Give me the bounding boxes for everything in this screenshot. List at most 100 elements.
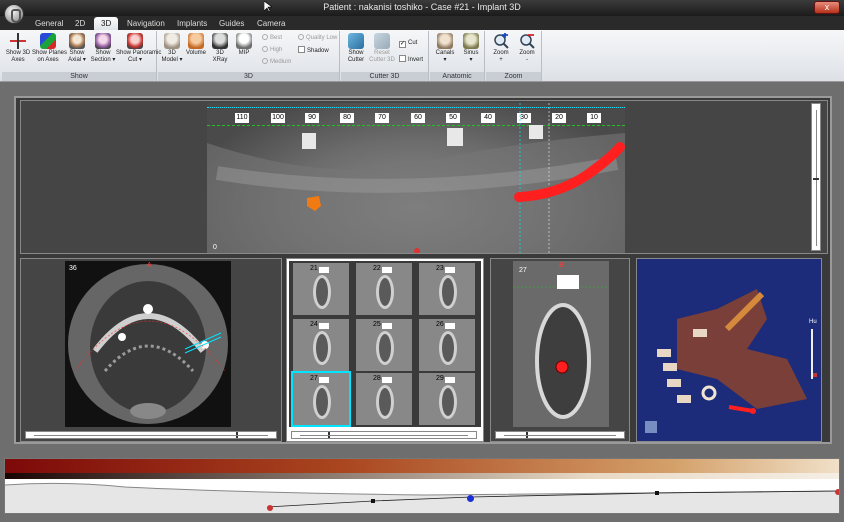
3d-render-view[interactable]: Hu (636, 258, 822, 442)
zoom-out-button[interactable]: Zoom - (514, 33, 540, 64)
sinus-button[interactable]: Sinus ▾ (458, 33, 484, 64)
show-panoramic-cut-button[interactable]: Show Panoramic Cut ▾ (116, 33, 161, 64)
section-thumb-selected[interactable]: 27 (291, 371, 351, 427)
3d-xray-button[interactable]: 3D XRay (208, 33, 232, 64)
canals-icon (437, 33, 453, 49)
section-thumb[interactable]: 29 (419, 373, 475, 425)
show-group-label: Show (2, 72, 156, 81)
transfer-point-selected[interactable] (467, 495, 474, 502)
section-thumb[interactable]: 28 (356, 373, 412, 425)
ribbon: Show 3D Axes Show Planes on Axes Show Ax… (0, 30, 844, 82)
show-planes-on-axes-button[interactable]: Show Planes on Axes (32, 33, 67, 64)
cross-section-orientation-marker: B (559, 262, 564, 269)
cross-section-scan[interactable]: 27 B (513, 261, 609, 427)
transfer-point[interactable] (371, 499, 375, 503)
sinus-icon (463, 33, 479, 49)
show-section-button[interactable]: Show Section ▾ (90, 33, 116, 64)
panoramic-scan[interactable]: 110 100 90 80 70 60 50 40 30 20 10 0 (207, 103, 625, 253)
orientation-cube-icon[interactable] (645, 421, 657, 433)
viewer-workspace: 110 100 90 80 70 60 50 40 30 20 10 0 36 … (14, 96, 832, 444)
mouse-cursor-icon (264, 1, 272, 13)
zoom-group: Zoom + Zoom - Zoom (486, 31, 542, 81)
canals-button[interactable]: Canals ▾ (432, 33, 458, 64)
panoramic-vertical-slider[interactable] (811, 103, 821, 251)
section-thumb[interactable]: 23 (419, 263, 475, 315)
skull-xray-icon (212, 33, 228, 49)
hu-legend-label: Hu (809, 319, 817, 325)
tab-general[interactable]: General (28, 17, 70, 30)
anatomic-group: Canals ▾ Sinus ▾ Anatomic (430, 31, 485, 81)
show-3d-axes-button[interactable]: Show 3D Axes (4, 33, 32, 64)
tab-3d[interactable]: 3D (94, 17, 119, 30)
histogram-curve (5, 482, 839, 513)
cross-section-view[interactable]: 27 B (490, 258, 630, 442)
zoom-out-icon (520, 34, 535, 49)
transfer-point-red[interactable] (267, 505, 273, 511)
cutter-3d-group: Show Cutter Reset Cutter 3D ✓ Cut Invert … (341, 31, 429, 81)
skull-volume-icon (188, 33, 204, 49)
quality-best-radio[interactable]: Best (262, 34, 282, 43)
volume-button[interactable]: Volume (184, 33, 208, 57)
section-thumb[interactable]: 25 (356, 319, 412, 371)
axial-scan[interactable]: 36 A (65, 261, 231, 427)
close-button[interactable]: x (814, 1, 840, 14)
3d-group: 3D Model ▾ Volume 3D XRay MIP Best High … (158, 31, 340, 81)
tab-guides[interactable]: Guides (212, 17, 251, 30)
section-icon (95, 33, 111, 49)
axes-icon (10, 33, 26, 49)
title-bar: Patient : nakanisi toshiko - Case #21 - … (0, 0, 844, 16)
sections-slider[interactable] (291, 431, 477, 439)
cross-section-slider[interactable] (495, 431, 625, 439)
app-logo-icon[interactable] (4, 4, 24, 24)
axial-icon (69, 33, 85, 49)
skull-model-icon (164, 33, 180, 49)
show-cutter-button[interactable]: Show Cutter (343, 33, 369, 64)
implant3d-window: Patient : nakanisi toshiko - Case #21 - … (0, 0, 844, 522)
mip-button[interactable]: MIP (232, 33, 256, 57)
axial-slider[interactable] (25, 431, 277, 439)
quality-high-radio[interactable]: High (262, 46, 282, 55)
axial-orientation-marker: A (147, 262, 152, 269)
jaw-panoramic (207, 103, 625, 253)
tab-camera[interactable]: Camera (250, 17, 292, 30)
transfer-function-editor[interactable] (4, 458, 840, 514)
reset-cutter-icon (374, 33, 390, 49)
show-group: Show 3D Axes Show Planes on Axes Show Ax… (2, 31, 161, 81)
transfer-point-end[interactable] (835, 489, 839, 495)
invert-checkbox[interactable]: Invert (399, 55, 423, 65)
zoom-group-label: Zoom (486, 72, 541, 81)
3d-group-label: 3D (158, 72, 339, 81)
window-title: Patient : nakanisi toshiko - Case #21 - … (323, 2, 521, 12)
section-thumb[interactable]: 24 (293, 319, 349, 371)
quality-low-radio[interactable]: Quality Low (298, 34, 337, 43)
reset-cutter-button[interactable]: Reset Cutter 3D (369, 33, 395, 64)
anatomic-group-label: Anatomic (430, 72, 484, 81)
cut-checkbox[interactable]: ✓ Cut (399, 39, 417, 48)
show-axial-button[interactable]: Show Axial ▾ (64, 33, 90, 64)
quality-medium-radio[interactable]: Medium (262, 58, 291, 67)
axial-slice-image (68, 264, 228, 424)
ribbon-tabs: General 2D 3D Navigation Implants Guides… (0, 16, 844, 30)
section-thumb[interactable]: 26 (419, 319, 475, 371)
zoom-in-button[interactable]: Zoom + (488, 33, 514, 64)
shadow-checkbox[interactable]: Shadow (298, 46, 329, 56)
transfer-point[interactable] (655, 491, 659, 495)
section-thumb[interactable]: 22 (356, 263, 412, 315)
axial-slice-number: 36 (69, 265, 77, 272)
3d-model-button[interactable]: 3D Model ▾ (160, 33, 184, 64)
cross-section-slice-number: 27 (519, 267, 527, 274)
tab-navigation[interactable]: Navigation (120, 17, 172, 30)
cutter-3d-group-label: Cutter 3D (341, 72, 428, 81)
tab-2d[interactable]: 2D (68, 17, 92, 30)
panoramic-icon (127, 33, 143, 49)
section-thumbnails-view[interactable]: 21 22 23 24 25 26 27 28 29 (286, 258, 484, 442)
panoramic-corner-label: 0 (213, 244, 217, 251)
cross-section-image (513, 275, 609, 419)
panoramic-view[interactable]: 110 100 90 80 70 60 50 40 30 20 10 0 (20, 100, 828, 254)
color-gradient-bar (5, 459, 839, 473)
planes-icon (40, 33, 56, 49)
axial-view[interactable]: 36 A (20, 258, 282, 442)
tab-implants[interactable]: Implants (170, 17, 214, 30)
cutter-icon (348, 33, 364, 49)
section-thumb[interactable]: 21 (293, 263, 349, 315)
